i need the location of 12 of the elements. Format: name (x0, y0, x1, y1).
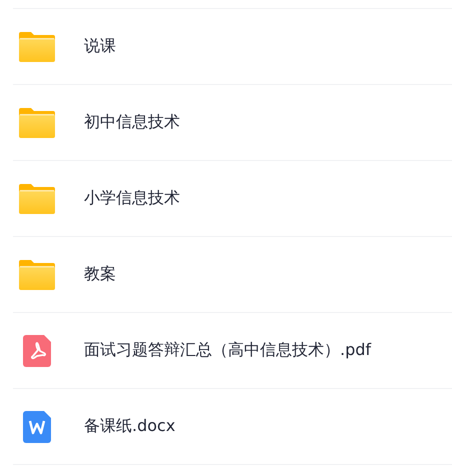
file-name[interactable]: 初中信息技术 (84, 112, 180, 133)
file-name[interactable]: 面试习题答辩汇总（高中信息技术）.pdf (84, 340, 372, 361)
file-name[interactable]: 小学信息技术 (84, 188, 180, 209)
pdf-file-icon (23, 334, 51, 366)
file-name[interactable]: 备课纸.docx (84, 416, 176, 437)
folder-icon (19, 32, 55, 62)
file-name[interactable]: 教案 (84, 264, 116, 285)
folder-icon (19, 108, 55, 138)
word-file-icon (23, 410, 51, 442)
folder-icon (19, 260, 55, 290)
folder-icon (19, 184, 55, 214)
file-name[interactable]: 说课 (84, 36, 116, 57)
